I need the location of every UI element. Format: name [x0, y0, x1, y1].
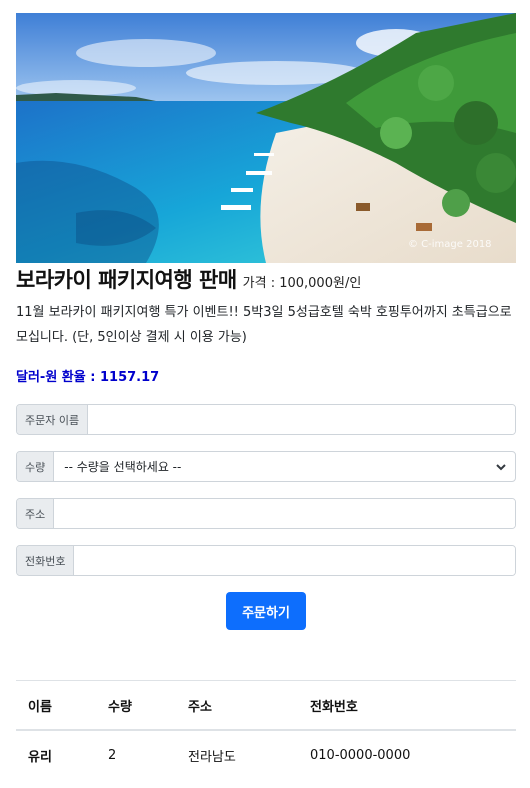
header-phone: 전화번호 — [298, 696, 516, 715]
cell-address: 전라남도 — [176, 746, 298, 765]
beach-illustration: © C-image 2018 — [16, 13, 516, 263]
name-label: 주문자 이름 — [17, 405, 88, 434]
product-description: 11월 보라카이 패키지여행 특가 이벤트!! 5박3일 5성급호텔 숙박 호핑… — [16, 300, 516, 350]
page-title: 보라카이 패키지여행 판매 — [16, 264, 237, 294]
order-button[interactable]: 주문하기 — [226, 592, 306, 630]
quantity-label: 수량 — [17, 452, 54, 481]
address-input[interactable] — [54, 499, 515, 528]
table-row: 유리 2 전라남도 010-0000-0000 — [16, 731, 516, 779]
phone-input[interactable] — [74, 546, 515, 575]
quantity-select-value: -- 수량을 선택하세요 -- — [64, 458, 181, 475]
hero-image: © C-image 2018 — [16, 13, 516, 263]
header-address: 주소 — [176, 696, 298, 715]
exchange-rate: 달러-원 환율 : 1157.17 — [16, 366, 159, 385]
header-name: 이름 — [16, 696, 96, 715]
phone-input-group: 전화번호 — [16, 545, 516, 576]
quantity-select[interactable]: -- 수량을 선택하세요 -- — [54, 452, 515, 481]
address-input-group: 주소 — [16, 498, 516, 529]
cell-name: 유리 — [16, 746, 96, 765]
name-input-group: 주문자 이름 — [16, 404, 516, 435]
orders-table: 이름 수량 주소 전화번호 유리 2 전라남도 010-0000-0000 — [16, 680, 516, 779]
cell-quantity: 2 — [96, 748, 176, 763]
header-quantity: 수량 — [96, 696, 176, 715]
table-header: 이름 수량 주소 전화번호 — [16, 681, 516, 731]
quantity-input-group: 수량 -- 수량을 선택하세요 -- — [16, 451, 516, 482]
phone-label: 전화번호 — [17, 546, 74, 575]
watermark-text: © C-image 2018 — [408, 239, 492, 250]
chevron-down-icon — [495, 461, 507, 473]
address-label: 주소 — [17, 499, 54, 528]
cell-phone: 010-0000-0000 — [298, 748, 516, 763]
product-header: 보라카이 패키지여행 판매 가격 : 100,000원/인 — [16, 264, 516, 298]
name-input[interactable] — [88, 405, 515, 434]
price-text: 가격 : 100,000원/인 — [243, 272, 362, 291]
